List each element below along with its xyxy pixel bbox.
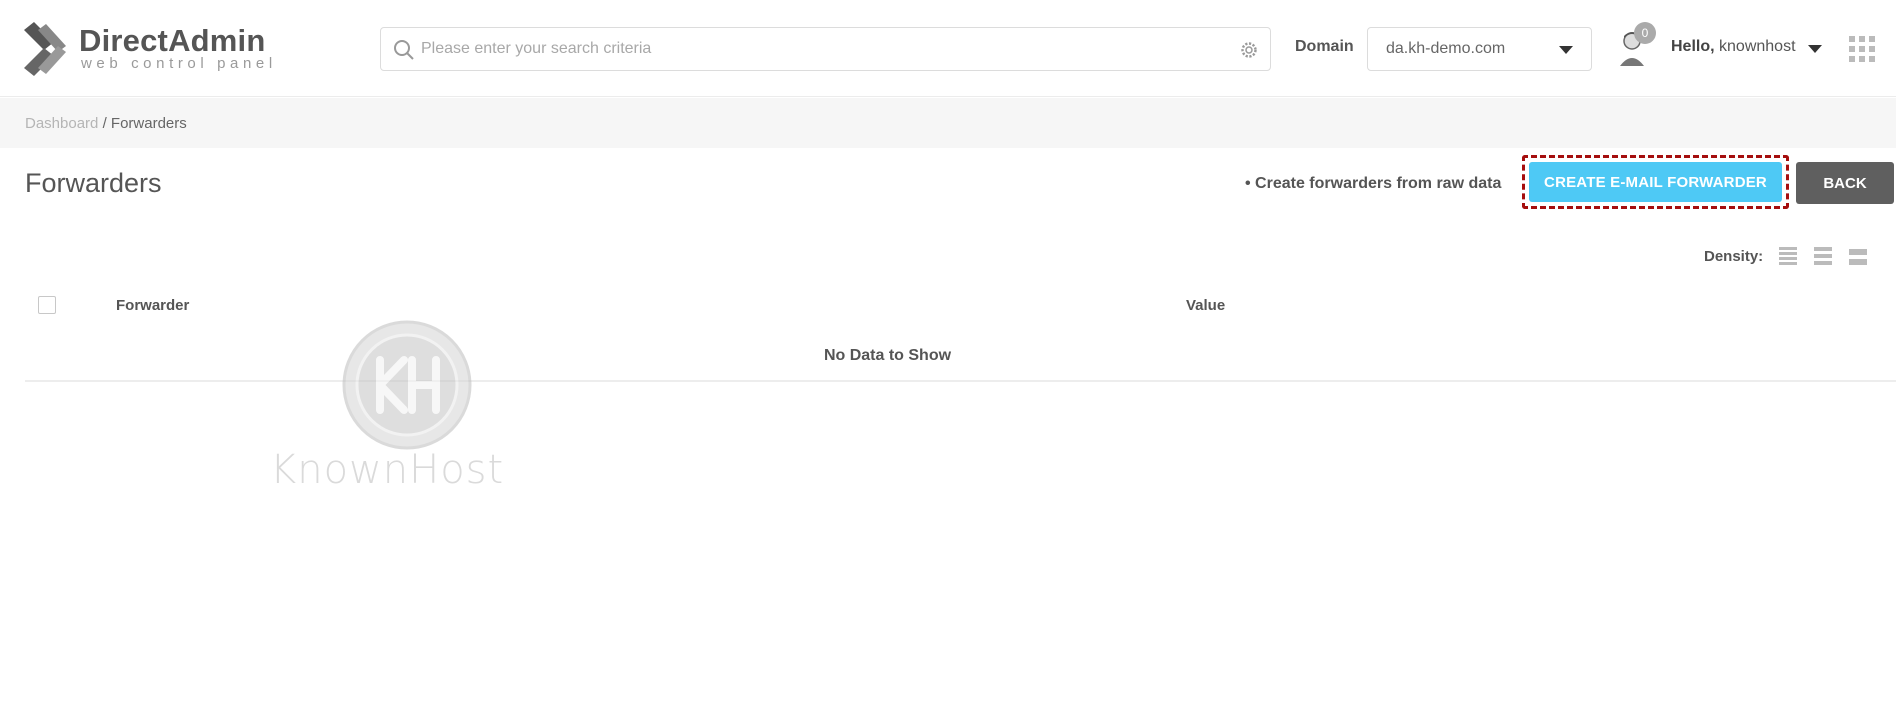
logo-title: DirectAdmin (79, 23, 266, 58)
greeting-label: Hello, (1671, 38, 1715, 55)
breadcrumb-separator: / (102, 115, 107, 132)
search-box[interactable] (380, 27, 1271, 71)
logo-subtitle: web control panel (81, 55, 277, 72)
username: knownhost (1719, 38, 1796, 55)
logo-arrow-icon (24, 22, 66, 76)
breadcrumb-current: Forwarders (110, 115, 187, 132)
chevron-down-icon (1559, 46, 1573, 54)
create-from-raw-data-link[interactable]: • Create forwarders from raw data (1245, 175, 1501, 193)
domain-select-value: da.kh-demo.com (1386, 40, 1506, 57)
top-header: DirectAdmin web control panel Domain da.… (0, 0, 1896, 97)
knownhost-watermark: KnownHost (268, 320, 548, 495)
user-menu-chevron-down-icon[interactable] (1808, 45, 1822, 53)
knownhost-logo-icon (342, 320, 472, 450)
empty-message: No Data to Show (823, 347, 952, 364)
density-comfortable-icon[interactable] (1849, 247, 1867, 267)
search-settings-gear-icon[interactable] (1239, 40, 1259, 60)
table-header: Forwarder Value (25, 290, 1896, 320)
select-all-checkbox[interactable] (38, 296, 56, 314)
breadcrumb-dashboard-link[interactable]: Dashboard (25, 115, 98, 132)
density-label: Density: (1704, 248, 1764, 265)
column-header-forwarder[interactable]: Forwarder (116, 297, 189, 314)
user-greeting[interactable]: Hello, knownhost (1671, 38, 1796, 56)
column-header-value[interactable]: Value (1186, 297, 1225, 314)
breadcrumb-bar: Dashboard / Forwarders (0, 98, 1896, 148)
directadmin-logo[interactable]: DirectAdmin web control panel (22, 20, 272, 80)
back-button[interactable]: BACK (1796, 162, 1894, 204)
apps-grid-icon[interactable] (1849, 36, 1875, 62)
page-title: Forwarders (25, 168, 162, 198)
notification-badge[interactable]: 0 (1634, 22, 1656, 44)
search-icon (394, 40, 414, 60)
density-medium-icon[interactable] (1814, 247, 1832, 267)
density-compact-icon[interactable] (1779, 247, 1797, 267)
breadcrumb: Dashboard / Forwarders (25, 115, 187, 132)
search-input[interactable] (421, 34, 1201, 64)
domain-select[interactable]: da.kh-demo.com (1367, 27, 1592, 71)
domain-label: Domain (1295, 38, 1354, 55)
watermark-text: KnownHost (270, 447, 505, 493)
create-email-forwarder-button[interactable]: CREATE E-MAIL FORWARDER (1529, 162, 1782, 202)
